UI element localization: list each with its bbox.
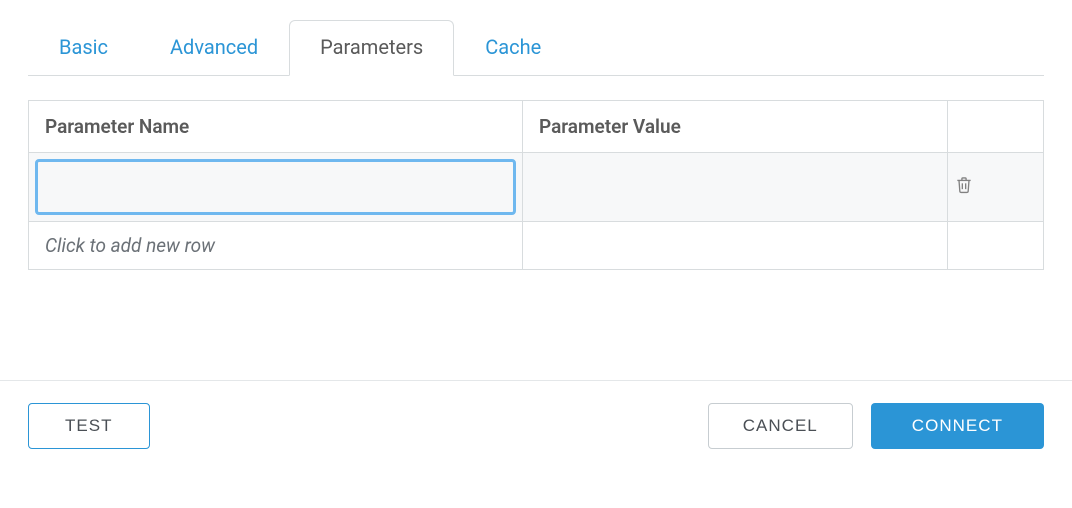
tab-advanced[interactable]: Advanced xyxy=(139,20,289,75)
tab-cache[interactable]: Cache xyxy=(454,20,572,75)
connect-button[interactable]: CONNECT xyxy=(871,403,1044,449)
footer-bar: TEST CANCEL CONNECT xyxy=(28,381,1044,473)
parameter-name-input[interactable] xyxy=(35,159,516,215)
tab-parameters[interactable]: Parameters xyxy=(289,20,454,76)
parameters-table: Parameter Name Parameter Value xyxy=(28,100,1044,270)
add-row-hint[interactable]: Click to add new row xyxy=(29,222,523,270)
test-button[interactable]: TEST xyxy=(28,403,150,449)
cancel-button[interactable]: CANCEL xyxy=(708,403,853,449)
parameter-value-cell[interactable] xyxy=(523,153,948,222)
column-header-parameter-value: Parameter Value xyxy=(523,101,948,153)
column-header-actions xyxy=(948,101,1044,153)
trash-icon[interactable] xyxy=(954,174,974,200)
add-row[interactable]: Click to add new row xyxy=(29,222,1044,270)
tab-bar: Basic Advanced Parameters Cache xyxy=(28,20,1044,76)
column-header-parameter-name: Parameter Name xyxy=(29,101,523,153)
table-row xyxy=(29,153,1044,222)
tab-basic[interactable]: Basic xyxy=(28,20,139,75)
